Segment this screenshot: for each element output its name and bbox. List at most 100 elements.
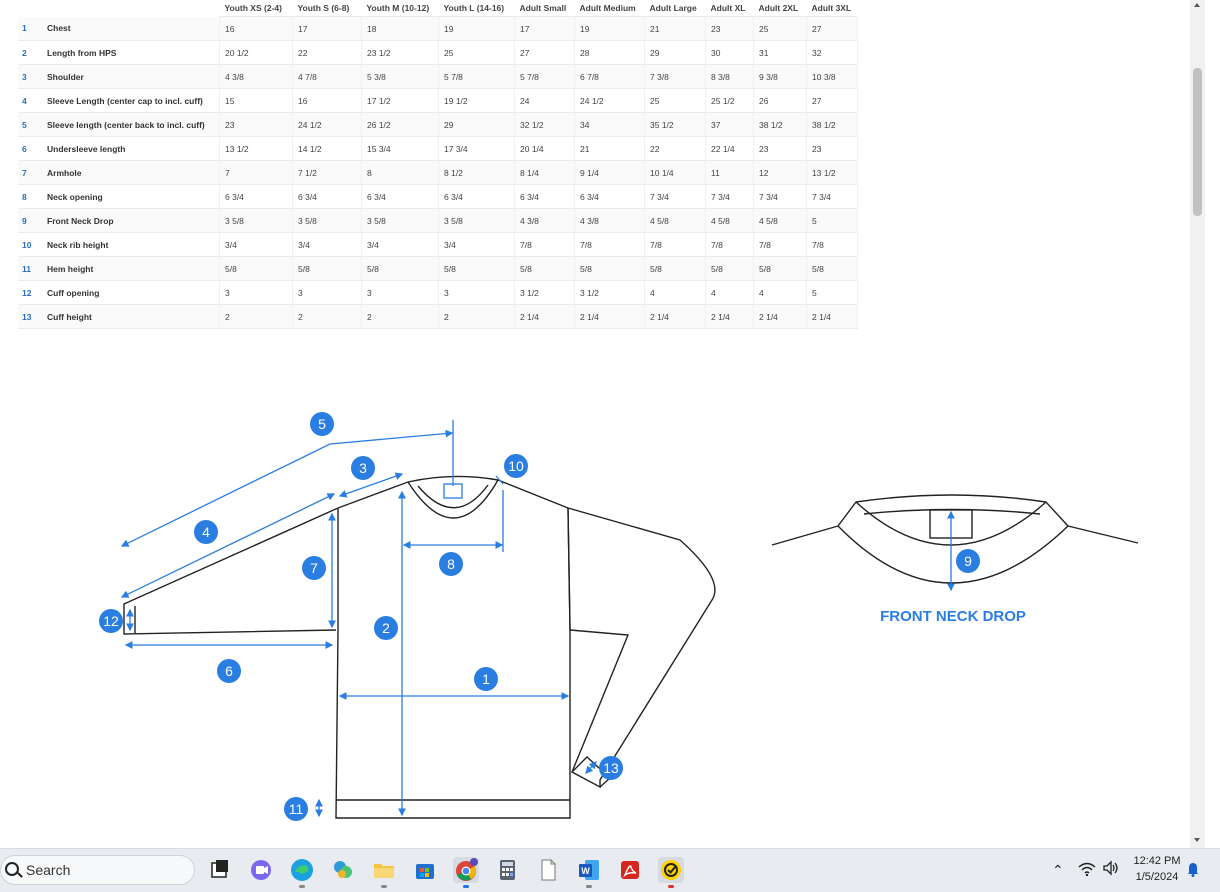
task-view-icon[interactable] [207, 857, 233, 883]
size-value-cell: 4 [753, 280, 807, 305]
windows-taskbar: Search W ⌃ 12:42 PM 1/5/2024 [0, 848, 1220, 892]
table-row: 8 Neck opening 6 3/4 6 3/4 6 3/4 6 3/4 6 3/4 6 … [18, 184, 858, 209]
row-number: 10 [18, 232, 42, 257]
column-header: Youth XS (2-4) [219, 0, 293, 17]
size-value-cell: 8 3/8 [705, 64, 754, 89]
size-value-cell: 24 1/2 [574, 88, 645, 113]
size-value-cell: 26 [753, 88, 807, 113]
size-value-cell: 5/8 [361, 256, 439, 281]
size-value-cell: 20 1/2 [219, 40, 293, 65]
badge-number: 11 [289, 801, 304, 817]
volume-icon[interactable] [1102, 860, 1120, 879]
size-value-cell: 16 [219, 16, 293, 41]
size-value-cell: 5/8 [514, 256, 575, 281]
size-value-cell: 32 [806, 40, 858, 65]
size-value-cell: 9 3/8 [753, 64, 807, 89]
size-value-cell: 5/8 [644, 256, 706, 281]
size-value-cell: 22 [292, 40, 362, 65]
table-row: 13 Cuff height 2 2 2 2 2 1/4 2 1/4 2 1/4 2 1/4 2 1… [18, 304, 858, 329]
table-row: 5 Sleeve length (center back to incl. cuf… [18, 112, 858, 137]
size-value-cell: 22 [644, 136, 706, 161]
front-neck-drop-title: FRONT NECK DROP [880, 608, 1026, 625]
edge-browser-icon[interactable] [289, 857, 315, 888]
microsoft-store-icon[interactable] [412, 857, 438, 883]
size-value-cell: 17 [292, 16, 362, 41]
acrobat-icon[interactable] [617, 857, 643, 883]
size-value-cell: 7 3/8 [644, 64, 706, 89]
row-number: 4 [18, 88, 42, 113]
size-value-cell: 4 5/8 [753, 208, 807, 233]
badge-number: 10 [508, 458, 524, 474]
size-value-cell: 15 [219, 88, 293, 113]
column-header: Youth L (14-16) [438, 0, 515, 17]
norton-icon[interactable] [658, 857, 684, 888]
size-value-cell: 27 [514, 40, 575, 65]
taskbar-search-box[interactable]: Search [0, 855, 195, 885]
widgets-icon[interactable] [330, 857, 356, 883]
size-value-cell: 25 [438, 40, 515, 65]
teams-chat-icon[interactable] [248, 857, 274, 883]
scroll-down-arrow-icon[interactable] [1194, 838, 1200, 842]
size-value-cell: 7/8 [514, 232, 575, 257]
size-value-cell: 15 3/4 [361, 136, 439, 161]
table-row: 7 Armhole 7 7 1/2 8 8 1/2 8 1/4 9 1/4 10 1/4 11 12… [18, 160, 858, 185]
measurement-label: Cuff opening [42, 280, 220, 305]
row-number: 8 [18, 184, 42, 209]
scrollbar-thumb[interactable] [1193, 68, 1202, 216]
notification-bell-icon[interactable] [1186, 861, 1200, 877]
size-value-cell: 5 [806, 208, 858, 233]
table-row: 10 Neck rib height 3/4 3/4 3/4 3/4 7/8 7/8 7/8 7/… [18, 232, 858, 257]
size-value-cell: 3 5/8 [292, 208, 362, 233]
chrome-browser-icon[interactable] [453, 857, 479, 888]
badge-shoulder: 3 [351, 456, 375, 480]
size-value-cell: 17 [514, 16, 575, 41]
badge-armhole: 7 [302, 556, 326, 580]
svg-text:W: W [581, 866, 590, 876]
size-value-cell: 3 [292, 280, 362, 305]
size-value-cell: 13 1/2 [219, 136, 293, 161]
notepad-icon[interactable] [535, 857, 561, 883]
size-value-cell: 35 1/2 [644, 112, 706, 137]
size-value-cell: 24 [514, 88, 575, 113]
size-value-cell: 3/4 [438, 232, 515, 257]
sweatshirt-measurement-diagram: FRONT NECK DROP 1234567 8 910111213 [99, 412, 1139, 821]
size-value-cell: 7 [219, 160, 293, 185]
size-value-cell: 7 3/4 [806, 184, 858, 209]
running-indicator [299, 885, 305, 888]
badge-number: 5 [318, 416, 326, 432]
size-value-cell: 29 [438, 112, 515, 137]
size-value-cell: 7/8 [806, 232, 858, 257]
size-value-cell: 30 [705, 40, 754, 65]
measurement-label: Length from HPS [42, 40, 220, 65]
calculator-icon[interactable] [494, 857, 520, 883]
badge-undersleeve: 6 [217, 659, 241, 683]
file-explorer-icon[interactable] [371, 857, 397, 888]
size-value-cell: 25 1/2 [705, 88, 754, 113]
size-value-cell: 25 [644, 88, 706, 113]
clock-date[interactable]: 1/5/2024 [1132, 871, 1182, 883]
word-icon[interactable]: W [576, 857, 602, 888]
running-indicator [586, 885, 592, 888]
measurement-label: Neck rib height [42, 232, 220, 257]
table-row: 9 Front Neck Drop 3 5/8 3 5/8 3 5/8 3 5/8 4 3/… [18, 208, 858, 233]
vertical-scrollbar[interactable] [1190, 0, 1205, 848]
wifi-icon[interactable] [1078, 861, 1096, 880]
size-value-cell: 3 1/2 [574, 280, 645, 305]
size-value-cell: 10 3/8 [806, 64, 858, 89]
table-row: 12 Cuff opening 3 3 3 3 3 1/2 3 1/2 4 4 4 5 [18, 280, 858, 305]
clock-time[interactable]: 12:42 PM [1132, 855, 1182, 867]
size-value-cell: 6 3/4 [514, 184, 575, 209]
size-value-cell: 3 5/8 [438, 208, 515, 233]
measurement-label: Undersleeve length [42, 136, 220, 161]
badge-number: 12 [103, 613, 119, 629]
size-value-cell: 4 3/8 [219, 64, 293, 89]
running-indicator [381, 885, 387, 888]
row-number: 11 [18, 256, 42, 281]
badge-front-neck-drop: 9 [956, 549, 980, 573]
size-value-cell: 23 1/2 [361, 40, 439, 65]
scroll-up-arrow-icon[interactable] [1194, 3, 1200, 7]
size-value-cell: 3/4 [219, 232, 293, 257]
measurement-label: Chest [42, 16, 220, 41]
row-number: 12 [18, 280, 42, 305]
show-hidden-icons-chevron-icon[interactable]: ⌃ [1052, 862, 1064, 879]
